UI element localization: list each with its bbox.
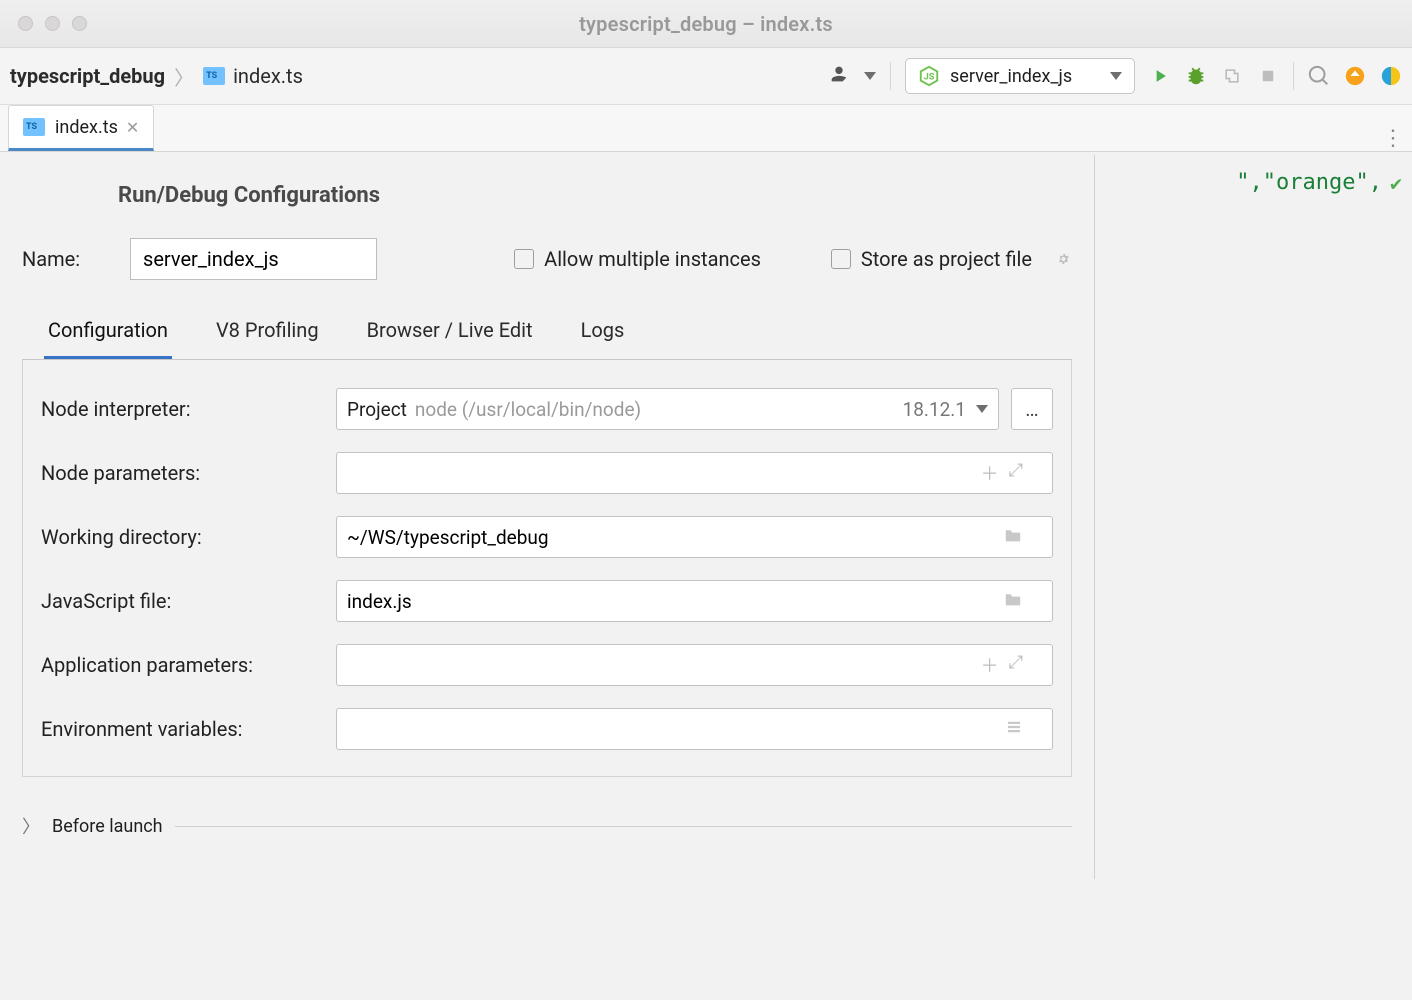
environment-variables-input[interactable] bbox=[336, 708, 1053, 750]
breadcrumb-project[interactable]: typescript_debug bbox=[10, 64, 165, 88]
configuration-name-input[interactable] bbox=[130, 238, 377, 280]
tab-browser-live-edit[interactable]: Browser / Live Edit bbox=[363, 306, 537, 359]
working-directory-input[interactable] bbox=[336, 516, 1053, 558]
typescript-file-icon bbox=[203, 67, 225, 85]
folder-icon[interactable] bbox=[1003, 527, 1023, 548]
chevron-right-icon: 〉 bbox=[171, 62, 197, 91]
editor-tab-index-ts[interactable]: index.ts ✕ bbox=[8, 105, 154, 151]
code-with-me-icon[interactable] bbox=[828, 63, 850, 90]
separator bbox=[890, 62, 891, 90]
ide-features-icon[interactable] bbox=[1380, 65, 1402, 87]
node-parameters-label: Node parameters: bbox=[41, 461, 336, 485]
run-configuration-selector[interactable]: JS server_index_js bbox=[905, 58, 1135, 94]
typescript-file-icon bbox=[23, 118, 45, 136]
editor-code-fragment: ","orange", ✔︎ bbox=[1236, 170, 1402, 195]
main-toolbar: typescript_debug 〉 index.ts JS server_in… bbox=[0, 48, 1412, 105]
run-icon[interactable] bbox=[1149, 65, 1171, 87]
run-configuration-name: server_index_js bbox=[950, 66, 1072, 87]
chevron-down-icon bbox=[976, 405, 988, 413]
node-parameters-input[interactable] bbox=[336, 452, 1053, 494]
run-with-coverage-icon[interactable] bbox=[1221, 65, 1243, 87]
configuration-panel: Node interpreter: Project node (/usr/loc… bbox=[22, 360, 1072, 777]
application-parameters-label: Application parameters: bbox=[41, 653, 336, 677]
editor-tabs-overflow-icon[interactable]: ⋮ bbox=[1382, 126, 1404, 151]
chevron-down-icon bbox=[1110, 72, 1122, 80]
breadcrumb: typescript_debug 〉 index.ts bbox=[10, 62, 303, 91]
list-icon[interactable] bbox=[1005, 718, 1023, 741]
toolbar-right: JS server_index_js bbox=[828, 58, 1402, 94]
tab-configuration[interactable]: Configuration bbox=[44, 306, 172, 359]
chevron-right-icon: 〉 bbox=[22, 813, 40, 839]
node-interpreter-label: Node interpreter: bbox=[41, 397, 336, 421]
name-label: Name: bbox=[22, 247, 112, 271]
inspection-ok-icon: ✔︎ bbox=[1390, 171, 1402, 195]
application-parameters-input[interactable] bbox=[336, 644, 1053, 686]
expand-icon[interactable]: ⤢ bbox=[1009, 652, 1023, 678]
nodejs-icon: JS bbox=[918, 65, 940, 87]
working-directory-label: Working directory: bbox=[41, 525, 336, 549]
search-icon[interactable] bbox=[1308, 65, 1330, 87]
editor-tab-label: index.ts bbox=[55, 117, 118, 138]
debug-icon[interactable] bbox=[1185, 65, 1207, 87]
javascript-file-label: JavaScript file: bbox=[41, 589, 336, 613]
javascript-file-input[interactable] bbox=[336, 580, 1053, 622]
editor-tabstrip: index.ts ✕ ⋮ bbox=[0, 105, 1412, 152]
browse-interpreter-button[interactable]: … bbox=[1011, 388, 1053, 430]
environment-variables-label: Environment variables: bbox=[41, 717, 336, 741]
before-launch-label: Before launch bbox=[52, 816, 163, 837]
dropdown-icon[interactable] bbox=[864, 72, 876, 80]
store-as-project-file-checkbox[interactable]: Store as project file bbox=[831, 247, 1032, 271]
expand-icon[interactable]: ⤢ bbox=[1009, 460, 1023, 486]
dialog-tabs: Configuration V8 Profiling Browser / Liv… bbox=[22, 306, 1072, 360]
tab-v8-profiling[interactable]: V8 Profiling bbox=[212, 306, 323, 359]
update-icon[interactable] bbox=[1344, 65, 1366, 87]
node-interpreter-select[interactable]: Project node (/usr/local/bin/node) 18.12… bbox=[336, 388, 999, 430]
stop-icon[interactable] bbox=[1257, 65, 1279, 87]
gear-icon[interactable] bbox=[1050, 248, 1072, 270]
allow-multiple-instances-checkbox[interactable]: Allow multiple instances bbox=[514, 247, 761, 271]
checkbox-icon bbox=[514, 249, 534, 269]
tab-logs[interactable]: Logs bbox=[577, 306, 629, 359]
svg-text:JS: JS bbox=[924, 73, 935, 83]
plus-icon[interactable]: ＋ bbox=[981, 652, 999, 678]
run-debug-configurations-dialog: Run/Debug Configurations Name: Allow mul… bbox=[0, 155, 1095, 879]
checkbox-icon bbox=[831, 249, 851, 269]
titlebar: typescript_debug – index.ts bbox=[0, 0, 1412, 48]
folder-icon[interactable] bbox=[1003, 591, 1023, 612]
window-title: typescript_debug – index.ts bbox=[0, 12, 1412, 36]
close-tab-icon[interactable]: ✕ bbox=[126, 118, 139, 137]
separator bbox=[1293, 62, 1294, 90]
separator-line bbox=[175, 826, 1072, 827]
before-launch-section[interactable]: 〉 Before launch bbox=[22, 813, 1072, 839]
plus-icon[interactable]: ＋ bbox=[981, 460, 999, 486]
dialog-title: Run/Debug Configurations bbox=[0, 155, 1094, 238]
breadcrumb-file[interactable]: index.ts bbox=[233, 64, 303, 88]
